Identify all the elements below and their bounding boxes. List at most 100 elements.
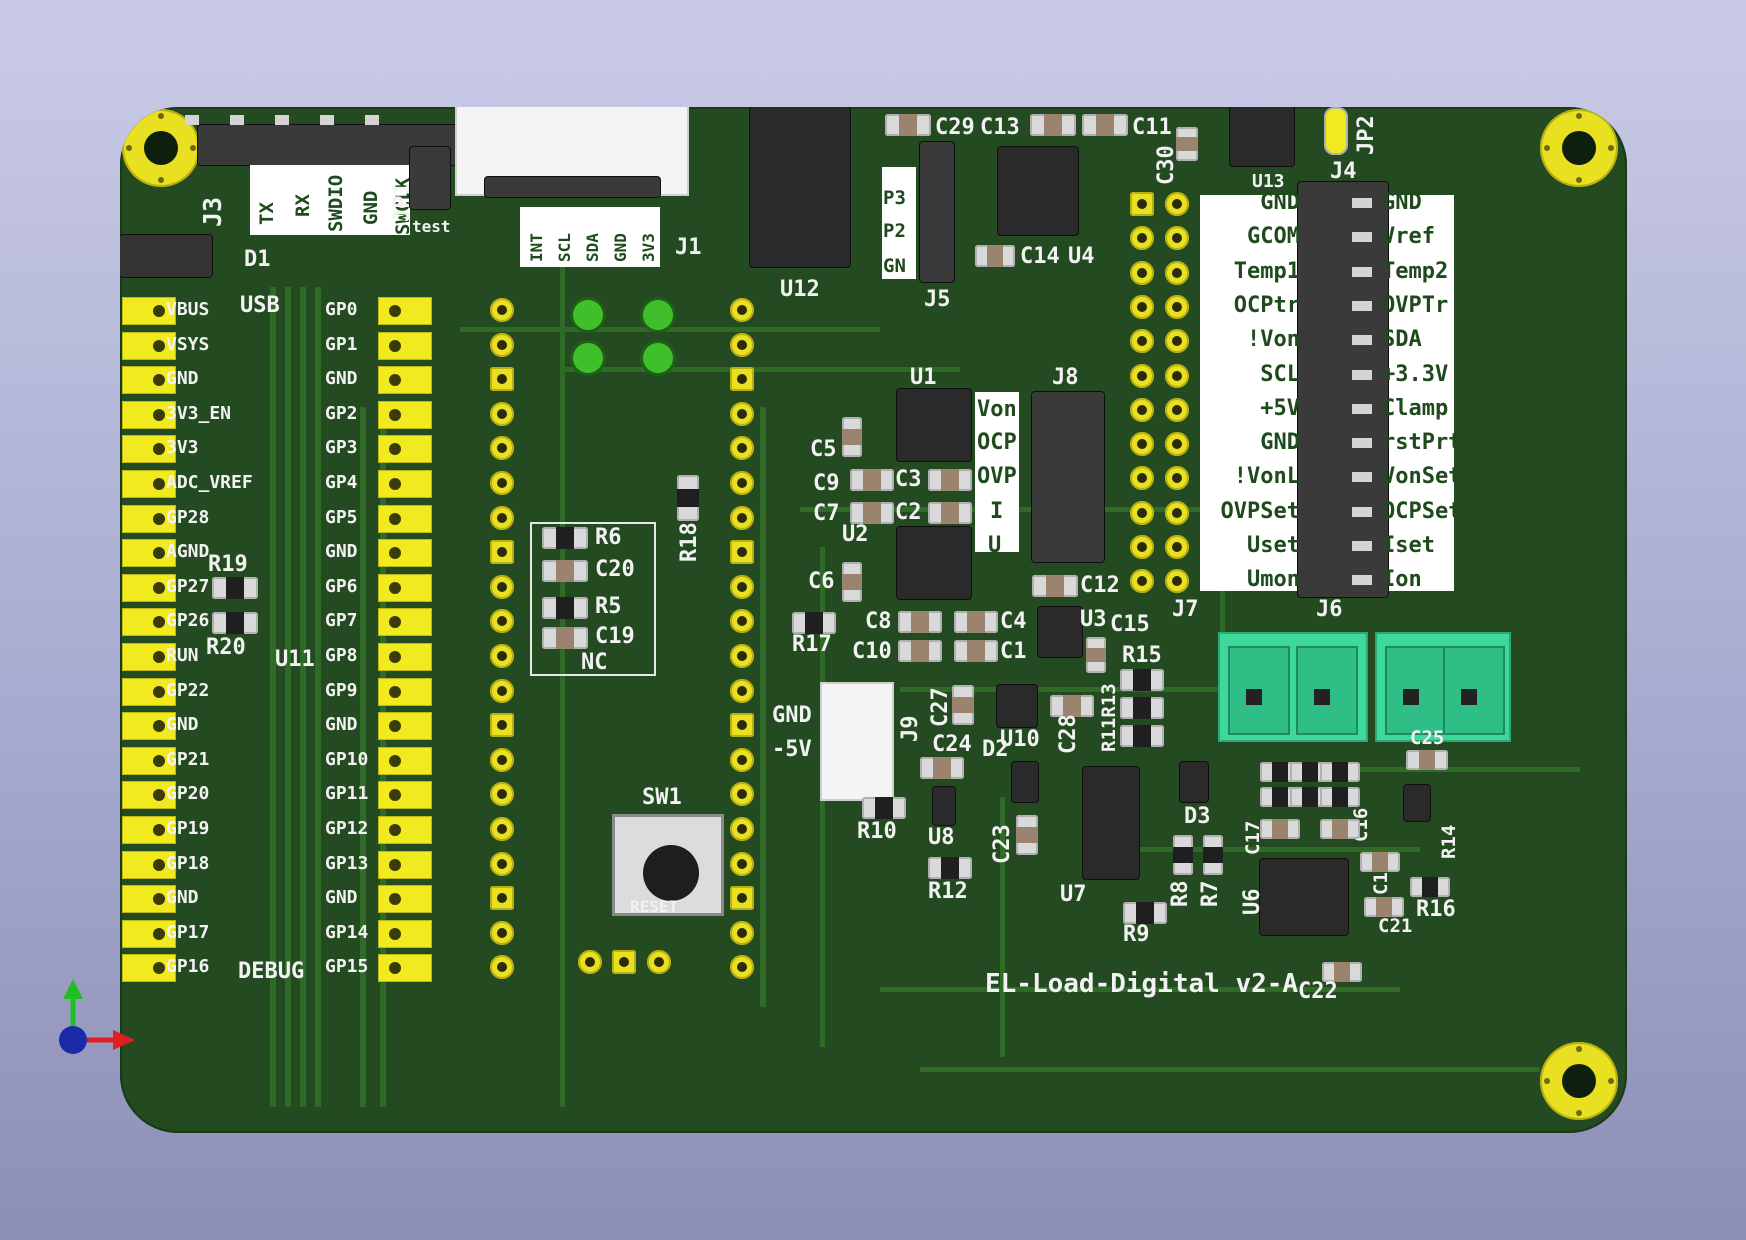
left-header-label: GP28 (166, 506, 210, 528)
r8-resistor (1173, 835, 1193, 875)
left-header-label: 3V3 (166, 437, 199, 459)
left-header-label: GND (166, 368, 199, 390)
j5-pin-label: P2 (883, 220, 906, 242)
minus5v-label: -5V (772, 737, 812, 762)
pico-pad (490, 332, 514, 357)
c1-label: C1 (1000, 639, 1027, 664)
j4-pin (1352, 198, 1372, 208)
r20-label: R20 (206, 635, 246, 660)
u6-chip (1260, 859, 1348, 935)
board-title: EL-Load-Digital v2-A (985, 969, 1299, 999)
u11-label: U11 (275, 647, 315, 672)
c9-capacitor (850, 469, 894, 491)
right-header-label: GP10 (325, 748, 369, 770)
c6-capacitor (842, 562, 862, 602)
c9-label: C9 (813, 471, 840, 496)
mounting-hole (1540, 109, 1618, 187)
right-header-label: GP12 (325, 818, 369, 839)
j4-pad (1165, 535, 1189, 559)
pico-pad (490, 886, 514, 911)
small-capacitor (1320, 819, 1360, 839)
header-pad (378, 919, 432, 948)
c30-capacitor (1176, 127, 1198, 161)
j3-pin-label: SWDIO (325, 174, 347, 232)
trace (920, 1067, 1540, 1072)
right-header-label: GP1 (325, 333, 358, 355)
right-header-label: GP0 (325, 299, 358, 320)
pico-pad (730, 401, 754, 426)
j3-pin-label: TX (256, 202, 278, 225)
j4-pad (1130, 432, 1154, 457)
c1-capacitor (954, 640, 998, 662)
j6-terminal[interactable] (1375, 632, 1511, 742)
c23-label: C23 (990, 824, 1015, 864)
r11-label: R11R13 (1098, 683, 1120, 752)
pico-pad (490, 920, 514, 945)
pico-pad (490, 678, 514, 703)
r6-resistor (542, 527, 588, 549)
j5-pin-label: GN (883, 255, 906, 277)
thru-pad (578, 950, 602, 974)
c14-capacitor (975, 245, 1015, 267)
left-header-label: GP20 (166, 783, 210, 805)
j8-label: J8 (1052, 365, 1079, 390)
j4-left-silk-block (1200, 195, 1308, 591)
c2-capacitor (928, 502, 972, 524)
pico-pad (730, 332, 754, 357)
left-header-label: GP27 (166, 575, 210, 597)
j4-right-label: GND (1382, 190, 1422, 215)
c3-label: C3 (895, 467, 922, 492)
j4-pin (1352, 369, 1372, 380)
pico-pad (730, 540, 754, 565)
j4-pad (1165, 260, 1189, 285)
j4-left-label: Umon (1247, 567, 1300, 593)
right-header-label: GP11 (325, 783, 369, 805)
j6-label: J6 (1316, 597, 1343, 622)
small-transistor (1404, 785, 1430, 821)
c7-label: C7 (813, 501, 840, 526)
pico-pad (730, 471, 754, 495)
c29-label: C29 (935, 115, 975, 140)
u3-label: U3 (1080, 607, 1107, 632)
right-header-label: GP7 (325, 610, 358, 632)
j8-header (1032, 392, 1104, 562)
c11-capacitor (1082, 114, 1128, 136)
r10-resistor (862, 797, 906, 819)
trace (560, 367, 960, 372)
r8-label: R8 (1168, 880, 1193, 908)
r6-label: R6 (595, 525, 622, 550)
r11-resistor (1120, 725, 1164, 747)
left-header-label: GP22 (166, 679, 210, 701)
left-header-label: GND (166, 714, 199, 736)
r15-resistor (1120, 669, 1164, 691)
header-pad (378, 781, 432, 810)
r15-label: R15 (1122, 643, 1162, 668)
j4-right-label: +3.3V (1382, 361, 1449, 387)
j4-label: J4 (1330, 159, 1357, 184)
pico-pad (730, 851, 754, 876)
j1-pin-label: SCL (555, 233, 574, 262)
c15-capacitor (1086, 637, 1106, 673)
j7-terminal[interactable] (1218, 632, 1368, 742)
pico-pad (730, 574, 754, 599)
j4-pad (1165, 226, 1189, 251)
j8-pin-label: OCP (977, 430, 1017, 455)
c10-label: C10 (852, 639, 892, 664)
c14-label: C14 (1020, 244, 1060, 269)
pico-pad (490, 609, 514, 634)
j4-pad (1130, 294, 1154, 319)
pin (230, 115, 244, 125)
trace (285, 287, 291, 1107)
right-header-label: GND (325, 541, 358, 563)
header-pad (378, 504, 432, 533)
r13-resistor (1120, 697, 1164, 719)
j9-connector[interactable] (820, 682, 894, 801)
c25-capacitor (1406, 750, 1448, 770)
reset-label: RESET (630, 897, 679, 916)
header-pad (378, 816, 432, 844)
reset-button-cap[interactable] (643, 845, 699, 901)
pico-pad (730, 782, 754, 807)
pico-pad (490, 401, 514, 426)
jp2-jumper (1324, 107, 1348, 155)
j4-pin (1352, 541, 1372, 551)
